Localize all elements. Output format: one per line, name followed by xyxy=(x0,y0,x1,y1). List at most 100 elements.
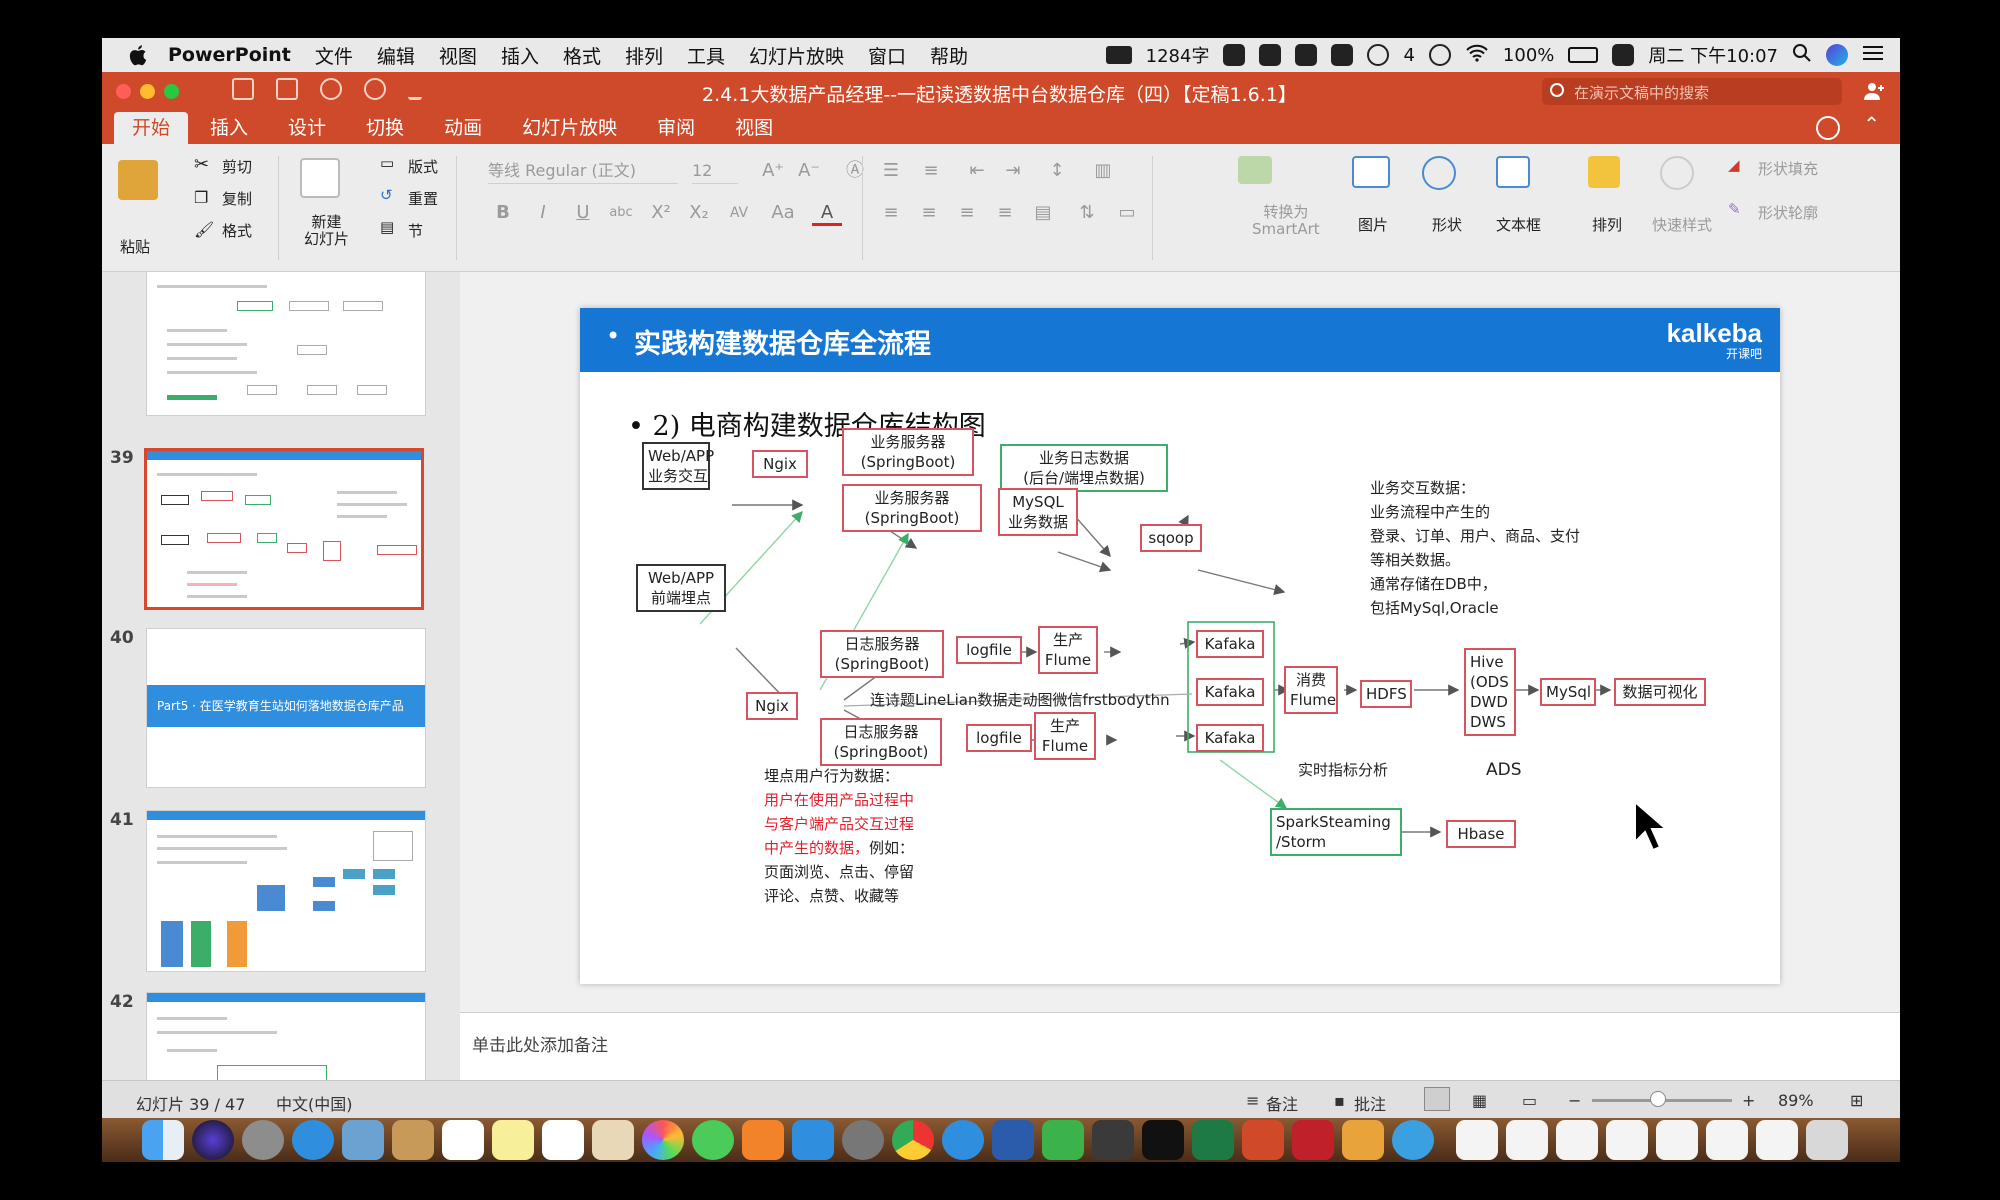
node-web-app-business[interactable]: Web/APP 业务交互 xyxy=(642,442,714,490)
calendar-icon[interactable] xyxy=(442,1120,484,1160)
apple-icon[interactable] xyxy=(124,42,150,68)
clear-formatting-icon[interactable]: Ⓐ xyxy=(840,158,870,184)
note-app-icon[interactable] xyxy=(1331,44,1354,66)
current-slide[interactable]: • 实践构建数据仓库全流程 kalkeba 开课吧 • 2) 电商构建数据仓库结… xyxy=(580,308,1780,984)
finder-icon[interactable] xyxy=(142,1120,184,1160)
siri-icon[interactable] xyxy=(1826,44,1848,66)
menu-tools[interactable]: 工具 xyxy=(687,42,725,69)
node-produce-flume-1[interactable]: 生产 Flume xyxy=(1038,626,1098,674)
layout-icon[interactable]: ▭ xyxy=(380,154,394,172)
security-icon[interactable] xyxy=(1292,1120,1334,1160)
customize-toolbar-icon[interactable] xyxy=(408,78,422,100)
stickies-icon[interactable] xyxy=(492,1120,534,1160)
battery-icon[interactable] xyxy=(1568,47,1599,63)
node-mysql-output[interactable]: MySql xyxy=(1540,678,1596,706)
tab-view[interactable]: 视图 xyxy=(717,112,791,144)
node-ngix-2[interactable]: Ngix xyxy=(746,692,798,720)
recent-file-6-icon[interactable] xyxy=(1706,1120,1748,1160)
slide-editing-canvas[interactable]: • 实践构建数据仓库全流程 kalkeba 开课吧 • 2) 电商构建数据仓库结… xyxy=(460,272,1900,1012)
siri-dock-icon[interactable] xyxy=(192,1120,234,1160)
sogou-icon[interactable] xyxy=(1612,44,1635,66)
zoom-in-icon[interactable]: + xyxy=(1742,1091,1755,1110)
zoom-window-button[interactable] xyxy=(164,84,179,99)
terminal-icon[interactable] xyxy=(1142,1120,1184,1160)
share-person-icon[interactable] xyxy=(1862,79,1886,103)
notes-placeholder[interactable]: 单击此处添加备注 xyxy=(472,1031,608,1056)
format-painter-icon[interactable]: 🖌 xyxy=(194,220,214,239)
tab-home[interactable]: 开始 xyxy=(114,112,189,144)
safari-icon[interactable] xyxy=(292,1120,334,1160)
reading-view-icon[interactable]: ▭ xyxy=(1522,1091,1537,1110)
slide-thumbnail-38[interactable] xyxy=(146,272,426,416)
keyboard-icon[interactable] xyxy=(1105,46,1132,64)
underline-icon[interactable]: U xyxy=(568,200,598,226)
word-count[interactable]: 1284字 xyxy=(1146,42,1210,68)
menu-slideshow[interactable]: 幻灯片放映 xyxy=(749,42,844,69)
copy-button[interactable]: 复制 xyxy=(222,188,252,209)
comments-button[interactable]: 批注 xyxy=(1354,1091,1386,1115)
menu-help[interactable]: 帮助 xyxy=(930,42,968,69)
recent-file-3-icon[interactable] xyxy=(1556,1120,1598,1160)
notes-pane[interactable]: 单击此处添加备注 xyxy=(460,1012,1900,1080)
bold-icon[interactable]: B xyxy=(488,200,518,226)
font-color-icon[interactable]: A xyxy=(812,200,842,226)
paste-button-label[interactable]: 粘贴 xyxy=(120,236,150,257)
time-machine-icon[interactable] xyxy=(1428,44,1451,66)
wechat-icon[interactable] xyxy=(1367,44,1390,66)
preview-icon[interactable] xyxy=(342,1120,384,1160)
picture-icon[interactable] xyxy=(1352,156,1390,188)
tab-design[interactable]: 设计 xyxy=(270,112,344,144)
reset-button[interactable]: 重置 xyxy=(408,188,438,209)
menu-format[interactable]: 格式 xyxy=(563,42,601,69)
change-case-icon[interactable]: Aa xyxy=(768,200,798,226)
powerpoint-icon[interactable] xyxy=(1242,1120,1284,1160)
business-data-note[interactable]: 业务交互数据： 业务流程中产生的 登录、订单、用户、商品、支付 等相关数据。 通… xyxy=(1370,476,1580,620)
tab-slideshow[interactable]: 幻灯片放映 xyxy=(504,112,635,144)
menu-app-name[interactable]: PowerPoint xyxy=(168,44,291,66)
line-spacing-icon[interactable]: ↕ xyxy=(1042,158,1072,184)
shape-outline-button[interactable]: 形状轮廓 xyxy=(1758,202,1818,223)
zoom-level[interactable]: 89% xyxy=(1778,1091,1814,1110)
node-mysql-biz[interactable]: MySQL 业务数据 xyxy=(998,488,1078,536)
decrease-indent-icon[interactable]: ⇤ xyxy=(962,158,992,184)
quick-styles-icon[interactable] xyxy=(1660,156,1694,190)
recent-file-7-icon[interactable] xyxy=(1756,1120,1798,1160)
shape-icon[interactable] xyxy=(1422,156,1456,190)
text-direction-icon[interactable]: ⇅ xyxy=(1072,200,1102,226)
node-log-server-1[interactable]: 日志服务器 (SpringBoot) xyxy=(820,630,944,678)
language-indicator[interactable]: 中文(中国) xyxy=(276,1091,353,1115)
font-size-select[interactable]: 12 xyxy=(692,158,738,184)
app-store-icon[interactable] xyxy=(792,1120,834,1160)
align-right-icon[interactable]: ≡ xyxy=(952,200,982,226)
pen-icon[interactable]: ✎ xyxy=(1728,200,1741,218)
books-icon[interactable] xyxy=(742,1120,784,1160)
recent-file-4-icon[interactable] xyxy=(1606,1120,1648,1160)
photos-icon[interactable] xyxy=(642,1120,684,1160)
reset-icon[interactable]: ↺ xyxy=(380,186,393,204)
cut-button[interactable]: 剪切 xyxy=(222,156,252,177)
slide-thumbnail-39[interactable] xyxy=(144,448,424,610)
font-name-select[interactable]: 等线 Regular (正文) xyxy=(488,158,678,184)
picture-button[interactable]: 图片 xyxy=(1358,214,1388,235)
subscript-icon[interactable]: X₂ xyxy=(684,200,714,226)
node-biz-server-2[interactable]: 业务服务器 (SpringBoot) xyxy=(842,484,982,532)
cloud-drive-icon[interactable] xyxy=(1392,1120,1434,1160)
feedback-smile-icon[interactable] xyxy=(1816,116,1840,140)
slide-thumbnail-41[interactable] xyxy=(146,810,426,972)
system-preferences-icon[interactable] xyxy=(842,1120,884,1160)
recent-file-5-icon[interactable] xyxy=(1656,1120,1698,1160)
scissors-icon[interactable]: ✂ xyxy=(194,154,209,175)
contacts-icon[interactable] xyxy=(592,1120,634,1160)
xmind-icon[interactable] xyxy=(1342,1120,1384,1160)
document-search-input[interactable]: 在演示文稿中的搜索 xyxy=(1542,78,1842,105)
messages-icon[interactable] xyxy=(692,1120,734,1160)
zoom-slider-handle[interactable] xyxy=(1650,1091,1666,1107)
section-button[interactable]: 节 xyxy=(408,220,423,241)
textbox-icon[interactable] xyxy=(1496,156,1530,188)
node-kafka-3[interactable]: Kafaka xyxy=(1196,724,1264,752)
save-icon[interactable] xyxy=(276,78,298,100)
slide-thumbnail-42[interactable] xyxy=(146,992,426,1080)
shape-fill-button[interactable]: 形状填充 xyxy=(1758,158,1818,179)
notes-toggle-button[interactable]: 备注 xyxy=(1266,1091,1298,1115)
notes-toggle-icon[interactable]: ≡ xyxy=(1246,1091,1259,1110)
